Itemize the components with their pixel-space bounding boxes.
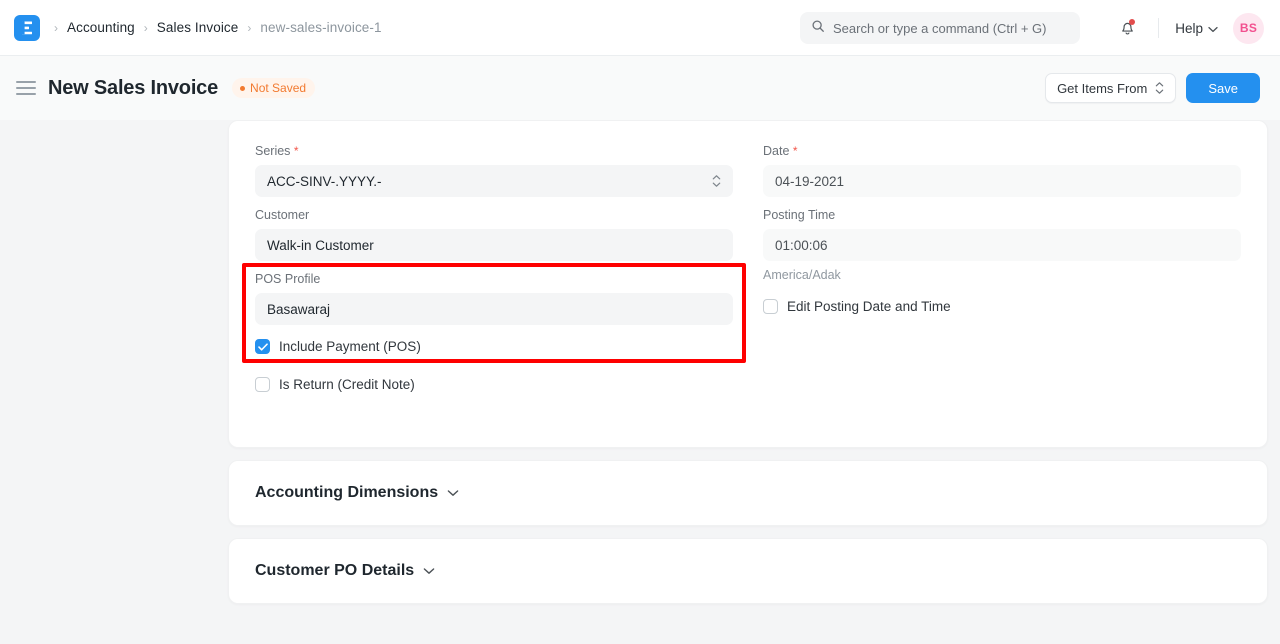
chevron-down-icon <box>1208 21 1218 36</box>
global-search[interactable] <box>800 12 1080 44</box>
posting-time-label: Posting Time <box>763 207 1241 224</box>
pos-profile-group: POS Profile Basawaraj Include Payment (P… <box>255 271 733 354</box>
edit-posting-label: Edit Posting Date and Time <box>787 299 951 314</box>
status-badge: Not Saved <box>232 78 315 98</box>
notifications-button[interactable] <box>1110 11 1144 45</box>
select-arrows-icon <box>712 175 721 187</box>
form-grid: Series * ACC-SINV-.YYYY.- <box>255 143 1241 392</box>
date-label: Date * <box>763 143 1241 160</box>
help-menu-button[interactable]: Help <box>1173 17 1220 40</box>
series-required-mark: * <box>294 144 299 158</box>
page-title: New Sales Invoice <box>48 77 218 100</box>
page-header-actions: Get Items From Save <box>1045 56 1260 120</box>
accounting-dimensions-label: Accounting Dimensions <box>255 484 438 502</box>
get-items-from-label: Get Items From <box>1057 81 1147 96</box>
accounting-dimensions-title: Accounting Dimensions <box>255 484 459 502</box>
breadcrumb-separator-1: › <box>144 22 148 34</box>
avatar[interactable]: BS <box>1233 13 1264 44</box>
series-label: Series * <box>255 143 733 160</box>
include-payment-label: Include Payment (POS) <box>279 339 421 354</box>
series-select[interactable]: ACC-SINV-.YYYY.- <box>255 165 733 197</box>
breadcrumb-separator-0: › <box>54 22 58 34</box>
get-items-from-button[interactable]: Get Items From <box>1045 73 1176 103</box>
breadcrumb: › Accounting › Sales Invoice › new-sales… <box>54 20 382 35</box>
stepper-icon <box>1155 82 1164 94</box>
field-posting-time: Posting Time 01:00:06 America/Adak <box>763 207 1241 282</box>
is-return-checkbox[interactable] <box>255 377 270 392</box>
customer-po-details-label: Customer PO Details <box>255 562 414 580</box>
form-column-left: Series * ACC-SINV-.YYYY.- <box>255 143 733 392</box>
navbar-divider <box>1158 18 1159 38</box>
is-return-checkbox-row[interactable]: Is Return (Credit Note) <box>255 377 733 392</box>
include-payment-checkbox-row[interactable]: Include Payment (POS) <box>255 339 733 354</box>
form-column-right: Date * 04-19-2021 Posting Time 01:00:06 … <box>763 143 1241 392</box>
date-required-mark: * <box>793 144 798 158</box>
breadcrumb-item-sales-invoice[interactable]: Sales Invoice <box>157 20 239 35</box>
customer-input[interactable]: Walk-in Customer <box>255 229 733 261</box>
date-input[interactable]: 04-19-2021 <box>763 165 1241 197</box>
posting-time-input[interactable]: 01:00:06 <box>763 229 1241 261</box>
section-accounting-dimensions[interactable]: Accounting Dimensions <box>228 460 1268 526</box>
save-button[interactable]: Save <box>1186 73 1260 103</box>
top-navbar: › Accounting › Sales Invoice › new-sales… <box>0 0 1280 56</box>
edit-posting-checkbox[interactable] <box>763 299 778 314</box>
customer-value: Walk-in Customer <box>267 238 374 253</box>
timezone-helper-text: America/Adak <box>763 268 1241 282</box>
hamburger-menu-icon[interactable] <box>14 76 38 100</box>
search-input[interactable] <box>833 21 1069 36</box>
include-payment-checkbox[interactable] <box>255 339 270 354</box>
navbar-right-actions: Help BS <box>1110 0 1264 56</box>
date-value: 04-19-2021 <box>775 174 844 189</box>
edit-posting-checkbox-row[interactable]: Edit Posting Date and Time <box>763 299 1241 314</box>
series-value: ACC-SINV-.YYYY.- <box>267 174 382 189</box>
breadcrumb-item-current: new-sales-invoice-1 <box>260 20 381 35</box>
section-customer-po-details[interactable]: Customer PO Details <box>228 538 1268 604</box>
chevron-down-icon[interactable] <box>423 562 435 580</box>
field-customer: Customer Walk-in Customer <box>255 207 733 261</box>
erpnext-logo-icon[interactable] <box>14 15 40 41</box>
page-header: New Sales Invoice Not Saved Get Items Fr… <box>0 56 1280 120</box>
chevron-down-icon[interactable] <box>447 484 459 502</box>
customer-po-details-title: Customer PO Details <box>255 562 435 580</box>
field-pos-profile: POS Profile Basawaraj <box>255 271 733 325</box>
pos-profile-value: Basawaraj <box>267 302 330 317</box>
breadcrumb-item-accounting[interactable]: Accounting <box>67 20 135 35</box>
avatar-initials: BS <box>1240 21 1257 35</box>
save-button-label: Save <box>1208 81 1238 96</box>
field-date: Date * 04-19-2021 <box>763 143 1241 197</box>
pos-profile-input[interactable]: Basawaraj <box>255 293 733 325</box>
form-content: Series * ACC-SINV-.YYYY.- <box>0 120 1280 644</box>
main-details-card: Series * ACC-SINV-.YYYY.- <box>228 120 1268 448</box>
help-label: Help <box>1175 21 1203 36</box>
pos-profile-label: POS Profile <box>255 271 733 288</box>
date-label-text: Date <box>763 144 789 158</box>
search-box[interactable] <box>800 12 1080 44</box>
is-return-label: Is Return (Credit Note) <box>279 377 415 392</box>
series-label-text: Series <box>255 144 290 158</box>
breadcrumb-separator-2: › <box>247 22 251 34</box>
status-badge-label: Not Saved <box>250 82 306 94</box>
search-icon <box>811 19 825 38</box>
customer-label: Customer <box>255 207 733 224</box>
field-series: Series * ACC-SINV-.YYYY.- <box>255 143 733 197</box>
posting-time-value: 01:00:06 <box>775 238 828 253</box>
status-badge-dot <box>240 86 245 91</box>
